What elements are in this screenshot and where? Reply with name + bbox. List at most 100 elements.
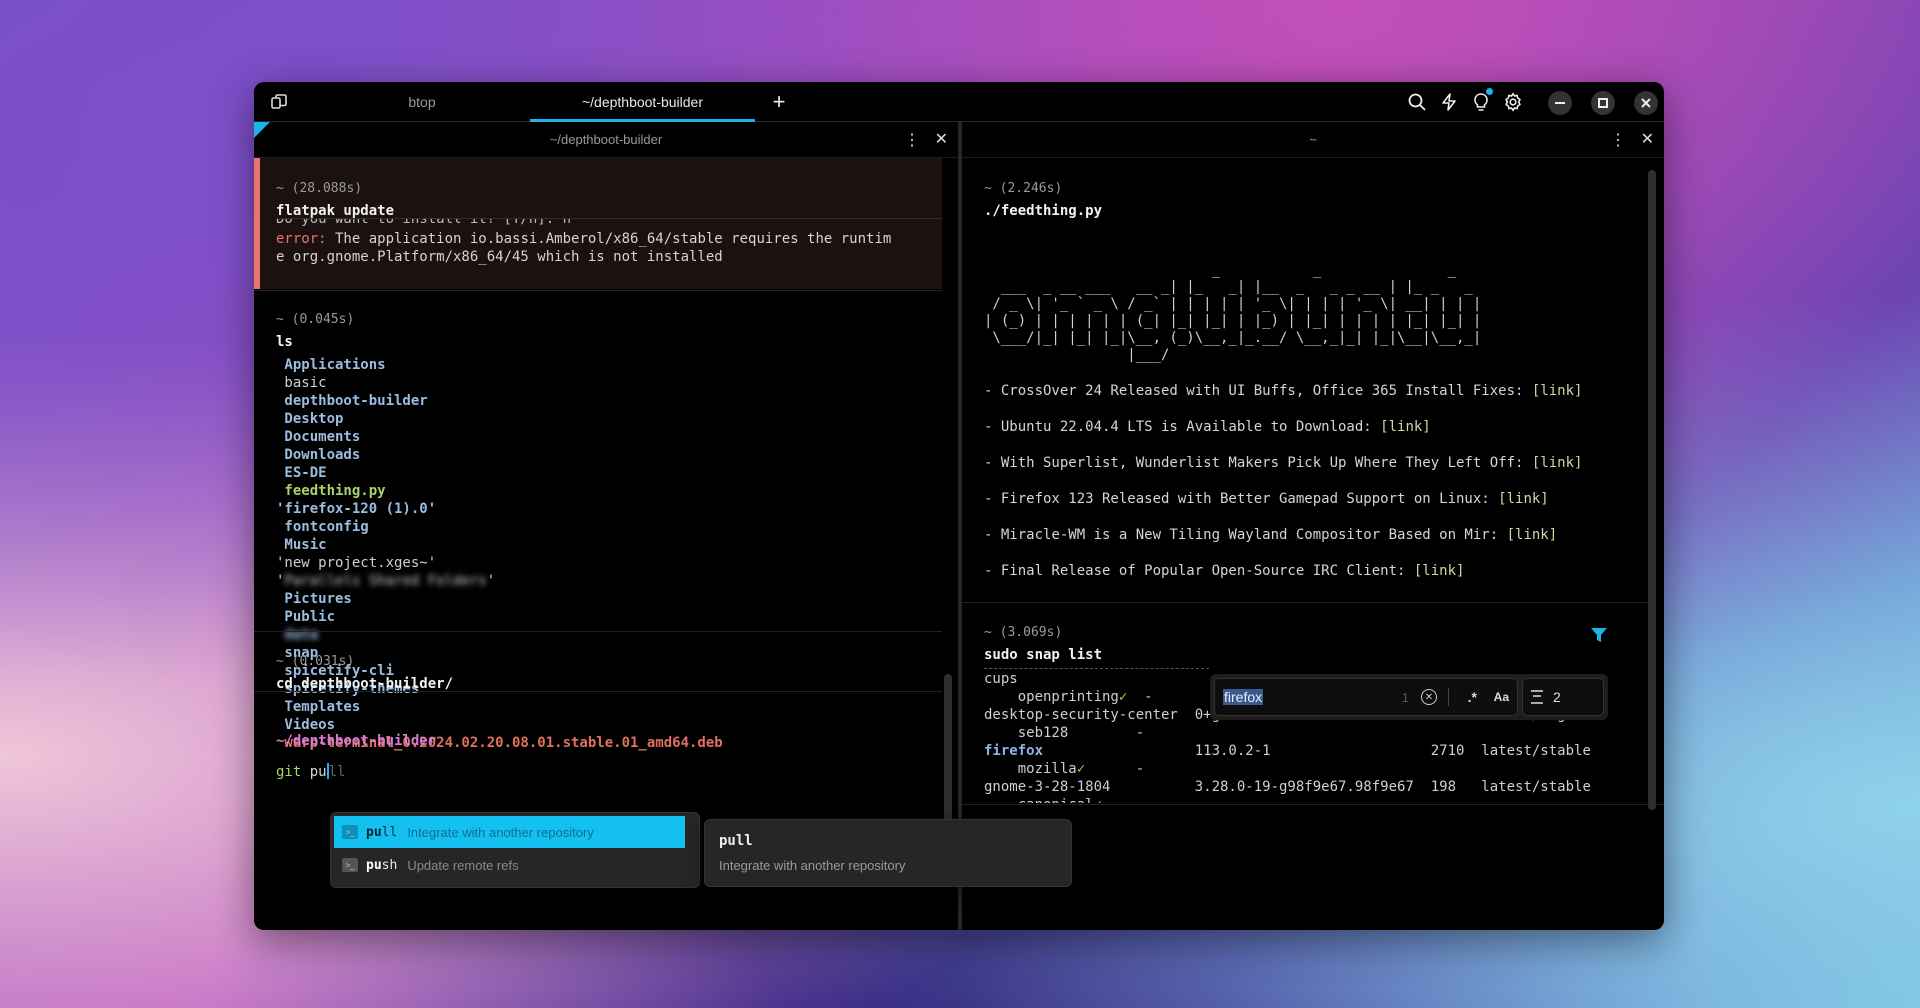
- match-text: pu: [366, 857, 382, 873]
- command-block-error[interactable]: ~ (28.088s) flatpak update Do you want t…: [254, 158, 942, 289]
- news-headline: - Miracle-WM is a New Tiling Wayland Com…: [984, 527, 1507, 543]
- news-headline: - Firefox 123 Released with Better Gamep…: [984, 491, 1499, 507]
- snap-row: gnome-3-28-1804 3.28.0-19-g98f9e67.98f9e…: [984, 779, 1591, 795]
- news-headline: - With Superlist, Wunderlist Makers Pick…: [984, 455, 1532, 471]
- block-separator: [254, 290, 942, 291]
- input-ghost-text: ll: [328, 764, 346, 780]
- error-text: The application io.bassi.Amberol/x86_64/…: [326, 231, 892, 247]
- plus-icon: +: [772, 89, 786, 114]
- snap-publisher-row: seb128 -: [984, 725, 1145, 741]
- block-filter-icon: [1531, 690, 1543, 704]
- find-input-wrapper[interactable]: firefox 1 ✕ .* Aa: [1214, 678, 1518, 716]
- news-item: - Ubuntu 22.04.4 LTS is Available to Dow…: [984, 418, 1582, 454]
- new-tab-button[interactable]: +: [764, 82, 794, 122]
- ls-entry: feedthing.py: [276, 483, 386, 499]
- command-input[interactable]: git pu ll: [276, 763, 345, 780]
- verified-check-icon: ✓: [1076, 761, 1086, 777]
- news-link[interactable]: [link]: [1532, 455, 1583, 471]
- autocomplete-item-push[interactable]: >_ push Update remote refs: [334, 849, 685, 881]
- item-description: Update remote refs: [407, 857, 519, 873]
- pane-title: ~/depthboot-builder: [549, 132, 663, 147]
- more-options-icon[interactable]: ⋮: [1610, 130, 1626, 150]
- find-input[interactable]: firefox: [1223, 689, 1264, 705]
- ls-entry: 'firefox-120 (1).0': [276, 501, 437, 517]
- snap-publisher-row: mozilla✓ -: [984, 761, 1145, 777]
- minimize-button[interactable]: [1548, 91, 1572, 115]
- minimize-icon: [1555, 102, 1565, 104]
- close-pane-icon[interactable]: ✕: [935, 129, 948, 149]
- tab-bar: btop ~/depthboot-builder +: [254, 82, 1664, 122]
- gear-icon[interactable]: [1502, 91, 1524, 113]
- close-icon: [1641, 98, 1651, 108]
- match-text: pu: [366, 824, 382, 840]
- error-label: error:: [276, 231, 327, 247]
- ls-entry: depthboot-builder: [276, 393, 428, 409]
- news-link[interactable]: [link]: [1380, 419, 1431, 435]
- search-icon[interactable]: [1406, 91, 1428, 113]
- more-options-icon[interactable]: ⋮: [904, 130, 920, 150]
- pane-title: ~: [1309, 132, 1317, 147]
- snap-publisher-row: canonical✓ -: [984, 796, 1644, 803]
- news-link[interactable]: [link]: [1507, 527, 1558, 543]
- news-headline: - Ubuntu 22.04.4 LTS is Available to Dow…: [984, 419, 1381, 435]
- ls-entry: fontconfig: [276, 519, 369, 535]
- news-link[interactable]: [link]: [1498, 491, 1549, 507]
- filter-icon[interactable]: [1590, 626, 1608, 644]
- maximize-button[interactable]: [1591, 91, 1615, 115]
- news-link[interactable]: [link]: [1532, 383, 1583, 399]
- input-typed: pu: [301, 764, 327, 780]
- ls-entry: ES-DE: [276, 465, 327, 481]
- block-end-line: [962, 804, 1664, 805]
- ls-entry: Templates: [276, 699, 361, 715]
- match-count: 2: [1553, 689, 1561, 705]
- item-description: Integrate with another repository: [407, 824, 594, 840]
- case-sensitive-toggle[interactable]: Aa: [1494, 690, 1509, 704]
- detail-title: pull: [719, 833, 753, 849]
- ls-entry: Pictures: [276, 591, 352, 607]
- news-headline: - Final Release of Popular Open-Source I…: [984, 563, 1414, 579]
- clear-search-icon[interactable]: ✕: [1421, 689, 1437, 705]
- tab-depthboot-builder[interactable]: ~/depthboot-builder: [530, 82, 755, 122]
- terminal-window: btop ~/depthboot-builder + ~/depthboot-b…: [254, 82, 1664, 930]
- ls-entry: basic: [276, 375, 327, 391]
- left-pane[interactable]: ~/depthboot-builder ⋮ ✕ ~ (28.088s) flat…: [254, 122, 958, 930]
- regex-toggle[interactable]: .*: [1468, 689, 1477, 705]
- tab-btop[interactable]: btop: [324, 82, 520, 122]
- ls-entry: Documents: [276, 429, 361, 445]
- close-window-button[interactable]: [1634, 91, 1658, 115]
- table-rule: [984, 668, 1209, 669]
- news-headline: - CrossOver 24 Released with UI Buffs, O…: [984, 383, 1532, 399]
- terminal-icon: >_: [342, 825, 358, 839]
- match-count-box[interactable]: 2: [1522, 678, 1604, 716]
- close-pane-icon[interactable]: ✕: [1641, 129, 1654, 149]
- ls-entry: Music: [276, 537, 327, 553]
- block-separator: [254, 631, 942, 632]
- news-link[interactable]: [link]: [1414, 563, 1465, 579]
- command-block-ls[interactable]: ~ (0.045s) ls Applications basic depthbo…: [254, 292, 958, 751]
- scrollbar[interactable]: [944, 674, 952, 824]
- notification-dot: [1486, 88, 1493, 95]
- ascii-art-logo: _ _ _ ___ _ __ ___ __ _| |_ _| |__ _ _ _…: [984, 262, 1482, 363]
- block-output-cut: Do you want to install it? [Y/n]: n: [276, 218, 572, 227]
- verified-check-icon: ✓: [1118, 689, 1128, 705]
- command-block-feedthing[interactable]: ~ (2.246s) ./feedthing.py _ _ _ ___ _ __…: [962, 158, 1664, 601]
- block-meta: ~ (3.069s): [984, 625, 1063, 640]
- ls-entry: Downloads: [276, 447, 361, 463]
- snap-row: firefox 113.0.2-1 2710 latest/stable: [984, 743, 1591, 759]
- block-separator: [254, 691, 942, 692]
- tab-label: ~/depthboot-builder: [581, 94, 704, 110]
- lightning-icon[interactable]: [1438, 91, 1460, 113]
- error-line-2: e org.gnome.Platform/x86_64/45 which is …: [276, 249, 723, 265]
- block-command: ./feedthing.py: [984, 203, 1103, 219]
- rest-text: ll: [381, 824, 398, 840]
- right-pane[interactable]: ~ ⋮ ✕ ~ (2.246s) ./feedthing.py _ _ _ __…: [962, 122, 1664, 930]
- match-index: 1: [1401, 689, 1409, 705]
- panels-icon[interactable]: [268, 91, 290, 113]
- ls-entry: Videos: [276, 717, 336, 733]
- autocomplete-item-pull[interactable]: >_ pull Integrate with another repositor…: [334, 816, 685, 848]
- maximize-icon: [1598, 98, 1608, 108]
- scrollbar[interactable]: [1648, 170, 1656, 810]
- ls-entry: 'new project.xges~': [276, 555, 437, 571]
- block-meta: ~ (2.246s): [984, 181, 1063, 196]
- command-block-cd[interactable]: ~ (0.031s) cd depthboot-builder/: [254, 633, 958, 692]
